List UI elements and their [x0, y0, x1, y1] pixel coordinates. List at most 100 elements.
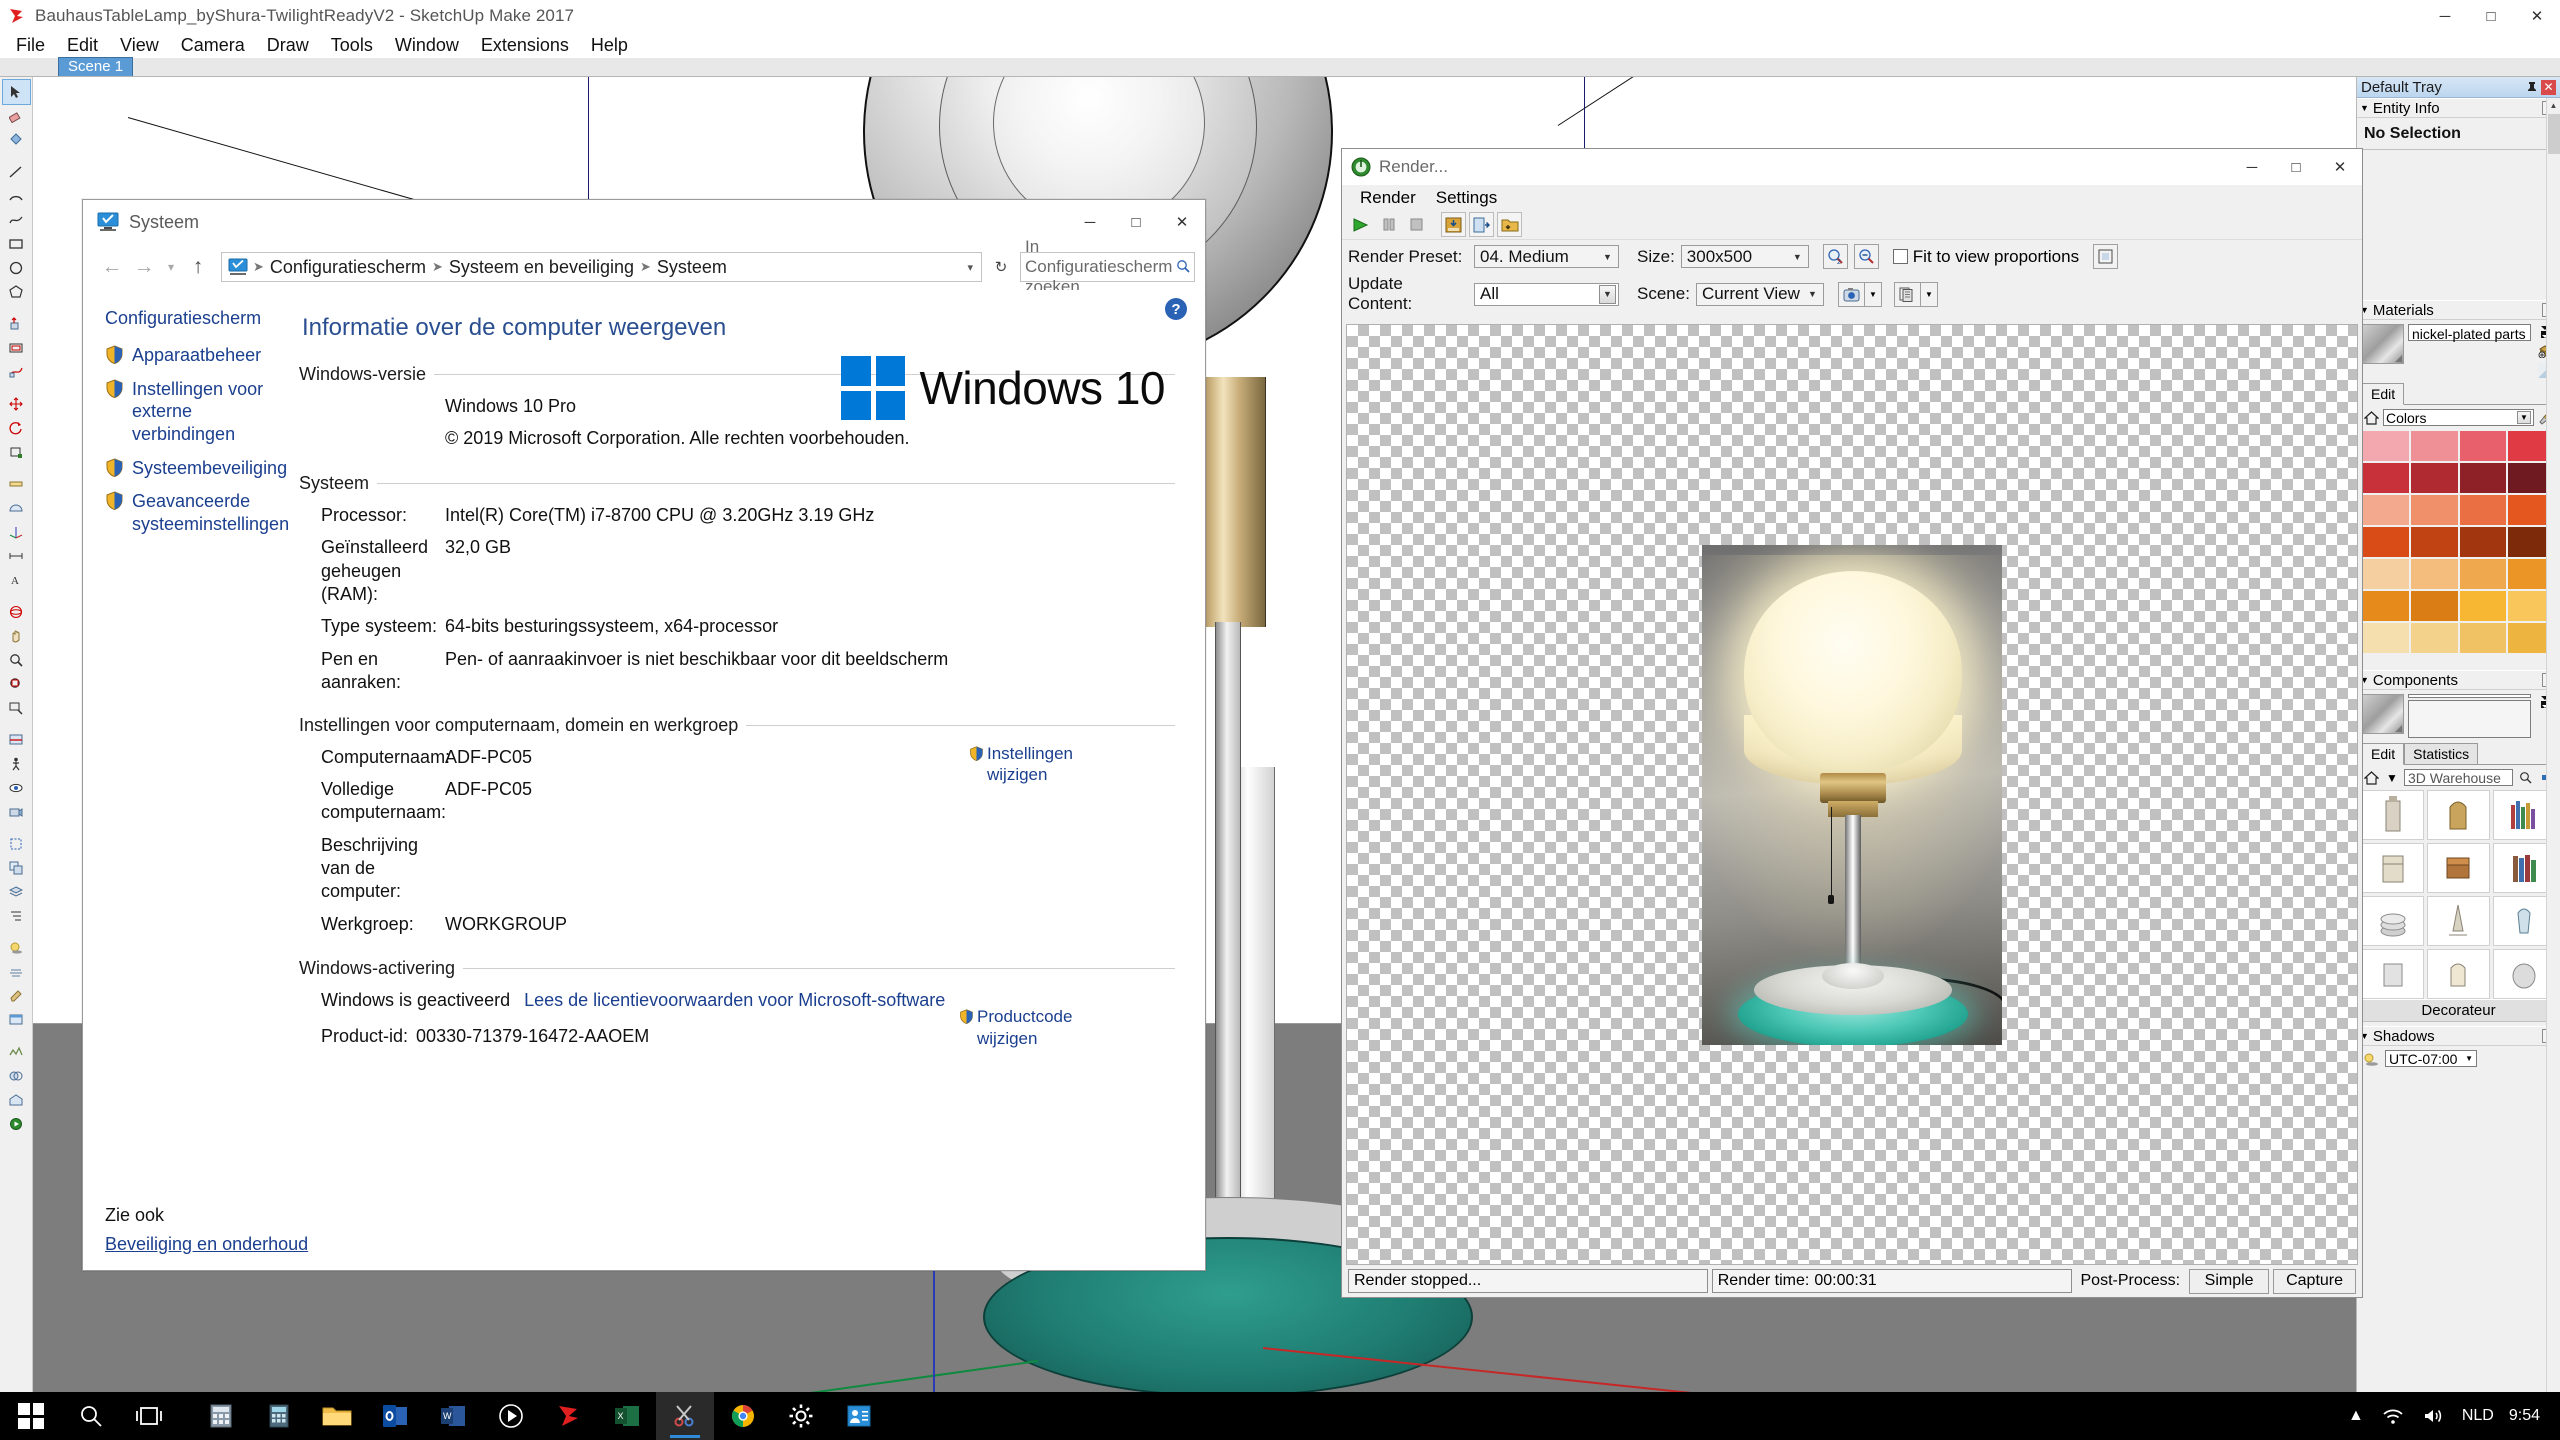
checkbox-box[interactable] — [1892, 249, 1908, 264]
color-swatch[interactable] — [2410, 527, 2458, 557]
scale-icon[interactable] — [3, 440, 30, 464]
pin-icon[interactable] — [2524, 80, 2539, 95]
eraser-icon[interactable] — [3, 104, 30, 128]
sidebar-heading-control-panel[interactable]: Configuratiescherm — [105, 308, 269, 329]
fit-to-view-checkbox[interactable]: Fit to view proportions — [1892, 247, 2079, 267]
close-icon[interactable]: ✕ — [2541, 79, 2556, 95]
solid-tools-icon[interactable] — [3, 1064, 30, 1088]
walk-icon[interactable] — [3, 752, 30, 776]
shadow-icon[interactable] — [3, 936, 30, 960]
license-terms-label[interactable]: Lees de licentievoorwaarden voor Microso… — [524, 990, 945, 1010]
menu-extensions[interactable]: Extensions — [470, 32, 580, 59]
render-menu-render[interactable]: Render — [1350, 186, 1426, 210]
axes-icon[interactable] — [3, 520, 30, 544]
component-thumbnail[interactable] — [2362, 790, 2425, 840]
component-preview-swatch[interactable] — [2362, 694, 2404, 734]
material-preview-swatch[interactable] — [2362, 324, 2404, 364]
settings-icon[interactable] — [772, 1392, 830, 1440]
component-thumbnail[interactable] — [2427, 896, 2490, 946]
chevron-down-icon[interactable]: ▾ — [161, 252, 181, 282]
select-icon[interactable] — [1, 79, 31, 105]
maximize-button[interactable]: □ — [2468, 0, 2514, 32]
help-icon[interactable]: ? — [1165, 298, 1187, 320]
color-swatch[interactable] — [2362, 463, 2409, 493]
color-swatch[interactable] — [2410, 495, 2458, 525]
calculator-app-icon[interactable] — [192, 1392, 250, 1440]
vlc-icon[interactable] — [482, 1392, 540, 1440]
color-swatch[interactable] — [2459, 559, 2507, 589]
search-icon[interactable] — [62, 1392, 120, 1440]
open-folder-icon[interactable] — [1497, 212, 1522, 237]
menu-edit[interactable]: Edit — [56, 32, 109, 59]
system-control-panel-window[interactable]: Systeem ─ □ ✕ ← → ▾ ↑ ➤ Configuratiesche… — [82, 199, 1206, 1271]
home-icon[interactable] — [2362, 770, 2380, 786]
arrow-right-icon[interactable]: → — [129, 252, 159, 282]
search-icon[interactable] — [2516, 770, 2534, 786]
color-swatch[interactable] — [2459, 463, 2507, 493]
change-settings-link[interactable]: Instellingen wijzigen — [969, 743, 1089, 786]
chevron-down-icon[interactable]: ▼ — [2465, 1054, 2473, 1063]
zoom-icon[interactable] — [3, 648, 30, 672]
menu-help[interactable]: Help — [580, 32, 639, 59]
menu-camera[interactable]: Camera — [170, 32, 256, 59]
protractor-icon[interactable] — [3, 496, 30, 520]
sidebar-item-system-protection[interactable]: Systeembeveiliging — [105, 457, 287, 480]
pause-render-icon[interactable] — [1376, 212, 1401, 237]
breadcrumb-item-system-security[interactable]: Systeem en beveiliging — [446, 256, 637, 279]
rendered-image[interactable] — [1702, 544, 2002, 1045]
outliner-icon[interactable] — [3, 904, 30, 928]
render-menu-settings[interactable]: Settings — [1426, 186, 1507, 210]
close-button[interactable]: ✕ — [2514, 0, 2560, 32]
save-image-icon[interactable] — [1441, 212, 1466, 237]
color-swatch[interactable] — [2410, 623, 2458, 653]
panel-header-components[interactable]: ▼ Components ✕ — [2357, 670, 2560, 690]
orbit-icon[interactable] — [3, 600, 30, 624]
text-icon[interactable]: A — [3, 568, 30, 592]
outlook-icon[interactable] — [366, 1392, 424, 1440]
scene-icon[interactable] — [3, 1008, 30, 1032]
color-swatch[interactable] — [2459, 495, 2507, 525]
followme-icon[interactable] — [3, 360, 30, 384]
component-thumbnail[interactable] — [2362, 896, 2425, 946]
menu-tools[interactable]: Tools — [320, 32, 384, 59]
color-swatch[interactable] — [2410, 463, 2458, 493]
stop-render-icon[interactable] — [1404, 212, 1429, 237]
rotate-icon[interactable] — [3, 416, 30, 440]
chevron-down-icon[interactable]: ▼ — [1789, 252, 1806, 262]
tray-scrollbar[interactable]: ▲ — [2546, 98, 2560, 1414]
move-icon[interactable] — [3, 392, 30, 416]
camera-icon[interactable] — [1837, 281, 1865, 307]
render-preset-select[interactable]: 04. Medium ▼ — [1474, 245, 1619, 268]
look-around-icon[interactable] — [3, 776, 30, 800]
zoom-in-icon[interactable]: 2 — [1822, 244, 1848, 269]
circle-icon[interactable] — [3, 256, 30, 280]
component-thumbnail[interactable] — [2427, 790, 2490, 840]
arrow-up-icon[interactable]: ↑ — [183, 252, 213, 282]
scroll-up-icon[interactable]: ▲ — [2547, 98, 2560, 112]
render-maximize-button[interactable]: □ — [2274, 149, 2318, 185]
color-swatch[interactable] — [2362, 623, 2409, 653]
panel-header-entity-info[interactable]: ▼ Entity Info ✕ — [2357, 98, 2560, 118]
home-icon[interactable] — [2362, 410, 2380, 426]
search-icon[interactable] — [1176, 259, 1190, 276]
language-indicator[interactable]: NLD — [2453, 1392, 2503, 1440]
component-icon[interactable] — [3, 832, 30, 856]
minimize-button[interactable]: ─ — [2422, 0, 2468, 32]
component-thumbnail[interactable] — [2362, 843, 2425, 893]
material-collection-select[interactable]: Colors ▼ — [2383, 409, 2534, 426]
color-swatch[interactable] — [2459, 431, 2507, 461]
sketchup-icon[interactable] — [540, 1392, 598, 1440]
render-canvas[interactable] — [1346, 324, 2358, 1265]
color-swatch[interactable] — [2362, 431, 2409, 461]
warehouse-icon[interactable] — [3, 1088, 30, 1112]
color-swatch[interactable] — [2459, 623, 2507, 653]
shadow-toggle-icon[interactable] — [2362, 1051, 2380, 1067]
component-search-input[interactable]: 3D Warehouse — [2404, 769, 2513, 786]
update-content-select[interactable]: All ▼ — [1474, 282, 1619, 306]
arrow-left-icon[interactable]: ← — [97, 252, 127, 282]
chevron-up-icon[interactable]: ▲ — [2339, 1392, 2373, 1440]
sandbox-icon[interactable] — [3, 1040, 30, 1064]
change-settings-label[interactable]: Instellingen wijzigen — [987, 743, 1089, 786]
group-icon[interactable] — [3, 856, 30, 880]
section-plane-icon[interactable] — [3, 728, 30, 752]
